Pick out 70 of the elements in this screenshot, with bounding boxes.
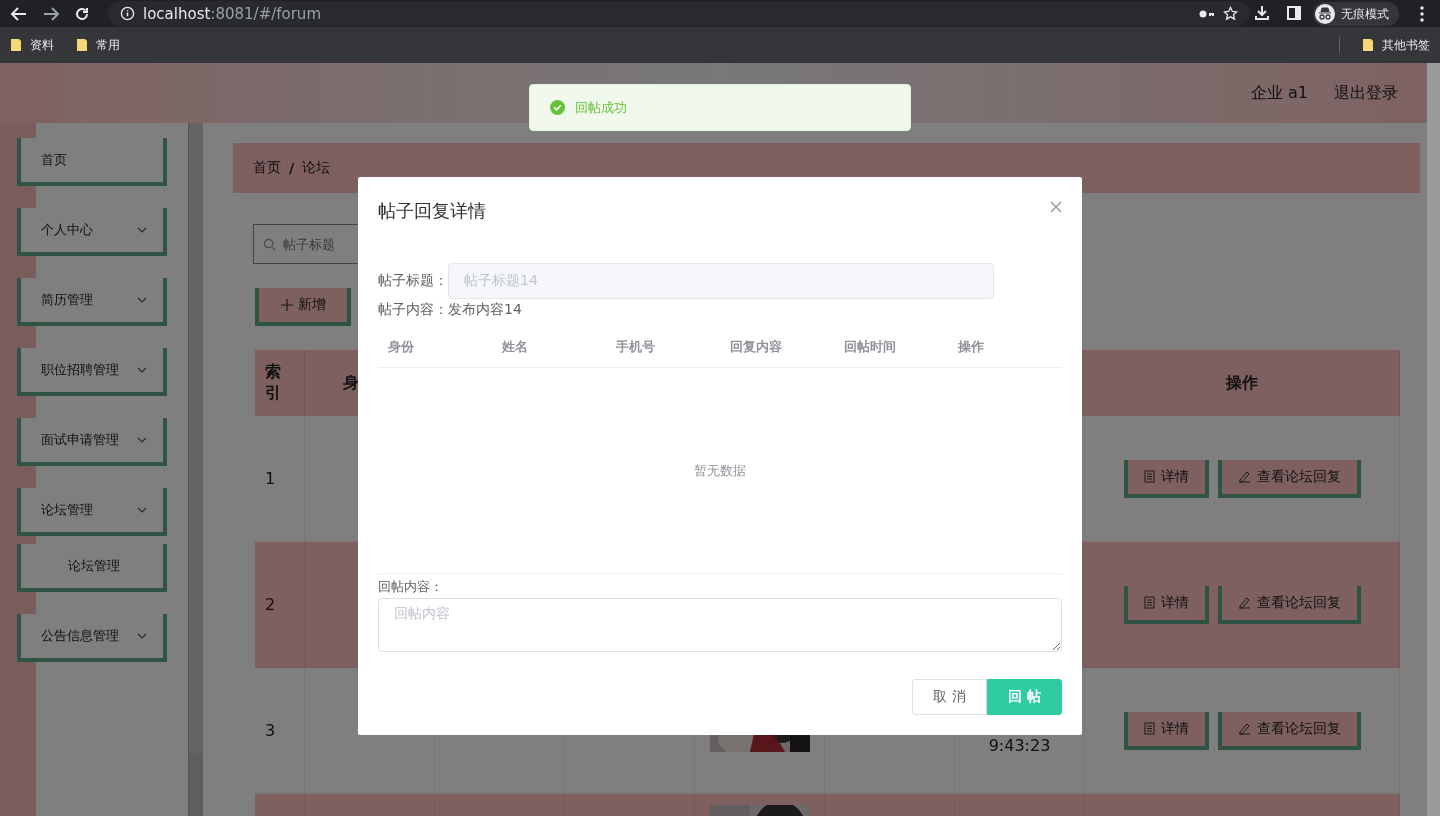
plus-icon	[280, 299, 293, 311]
field-label: 帖子标题：	[378, 272, 448, 290]
column-header: 身	[343, 372, 359, 394]
more-icon[interactable]	[1420, 6, 1424, 22]
column-header: 身份	[388, 338, 414, 356]
download-icon[interactable]	[1254, 5, 1270, 21]
column-header: 回复内容	[730, 338, 782, 356]
star-icon[interactable]	[1223, 6, 1238, 21]
table-cell: 9:43:23	[988, 736, 1051, 755]
bookmark[interactable]: 常用	[96, 36, 120, 54]
scrollbar[interactable]	[1427, 63, 1440, 816]
content-text: 发布内容14	[448, 301, 522, 319]
logout-link[interactable]: 退出登录	[1334, 82, 1398, 104]
column-header: 索引	[265, 362, 281, 404]
pencil-icon	[1237, 722, 1251, 735]
breadcrumb-item[interactable]: 首页	[253, 159, 281, 177]
submenu-item[interactable]: 论坛管理	[17, 544, 167, 592]
action-button[interactable]: 详情	[1123, 459, 1209, 498]
folder-icon	[1362, 38, 1374, 52]
menu-item[interactable]: 个人中心	[17, 208, 167, 256]
column-header: 手机号	[616, 338, 655, 356]
column-header: 操作	[1226, 372, 1258, 394]
folder-icon	[76, 38, 88, 52]
add-button[interactable]: 新增	[255, 288, 351, 326]
menu-item[interactable]: 职位招聘管理	[17, 348, 167, 396]
document-icon	[1143, 470, 1155, 483]
column-header: 回帖时间	[844, 338, 896, 356]
bookmark[interactable]: 资料	[30, 36, 54, 54]
table-cell: 2	[265, 595, 276, 614]
bookmark-folder[interactable]: 其他书签	[1382, 36, 1430, 54]
action-button[interactable]: 详情	[1123, 711, 1209, 750]
action-button[interactable]: 查看论坛回复	[1217, 585, 1361, 624]
user-name: 企业 a1	[1250, 82, 1308, 104]
table-cell: 1	[265, 469, 276, 488]
field-label: 帖子内容：	[378, 301, 448, 319]
document-icon	[1143, 722, 1155, 735]
breadcrumb-item[interactable]: 论坛	[302, 159, 331, 177]
column-header: 姓名	[502, 338, 528, 356]
menu-item[interactable]: 首页	[17, 138, 167, 186]
action-button[interactable]: 详情	[1123, 585, 1209, 624]
action-button[interactable]: 查看论坛回复	[1217, 711, 1361, 750]
action-button[interactable]: 查看论坛回复	[1217, 459, 1361, 498]
cancel-button[interactable]: 取 消	[912, 679, 987, 715]
address-url[interactable]: localhost:8081/#/forum	[143, 4, 321, 23]
search-icon	[263, 238, 276, 251]
incognito-icon	[1315, 4, 1335, 24]
info-icon[interactable]	[120, 6, 135, 21]
toast-message: 回帖成功	[575, 98, 627, 117]
back-icon[interactable]	[10, 5, 28, 22]
forward-icon[interactable]	[42, 5, 60, 22]
reload-icon[interactable]	[74, 5, 90, 22]
empty-text: 暂无数据	[694, 461, 746, 480]
key-icon[interactable]	[1199, 8, 1215, 19]
folder-icon	[10, 38, 22, 52]
pencil-icon	[1237, 596, 1251, 609]
menu-item[interactable]: 论坛管理	[17, 488, 167, 536]
table-cell: 3	[265, 721, 276, 740]
document-icon	[1143, 596, 1155, 609]
dialog-title: 帖子回复详情	[378, 199, 486, 223]
field-label: 回帖内容：	[378, 578, 444, 596]
menu-item[interactable]: 面试申请管理	[17, 418, 167, 466]
profile-button[interactable]: 无痕模式	[1313, 2, 1399, 26]
menu-item[interactable]: 公告信息管理	[17, 614, 167, 662]
scrollbar[interactable]	[188, 123, 203, 816]
side-panel-icon[interactable]	[1287, 6, 1301, 20]
column-header: 操作	[958, 338, 984, 356]
menu-item[interactable]: 简历管理	[17, 278, 167, 326]
check-circle-icon	[550, 100, 565, 115]
breadcrumb-separator: /	[289, 160, 295, 176]
pencil-icon	[1237, 470, 1251, 483]
